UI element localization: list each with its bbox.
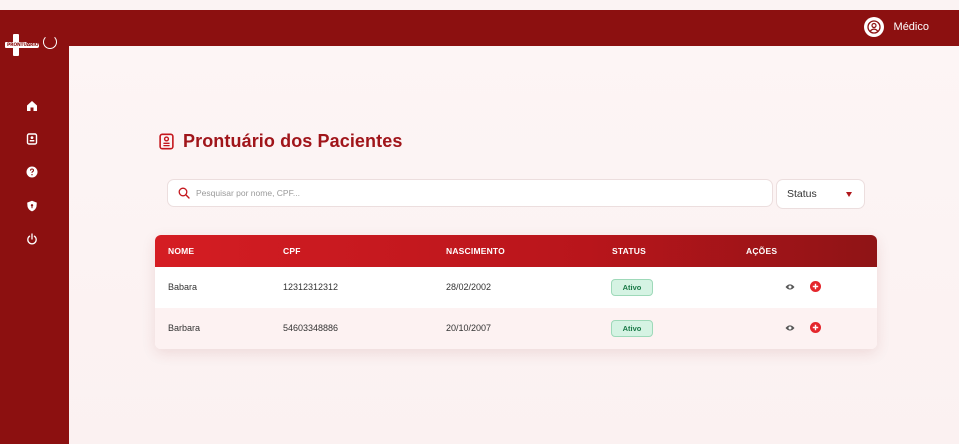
logo-text: PRONTUÁRIO: [6, 43, 40, 48]
sidebar-item-home[interactable]: [25, 99, 39, 113]
column-header-nome[interactable]: NOME: [168, 246, 194, 256]
column-header-status[interactable]: STATUS: [612, 246, 646, 256]
table-row[interactable]: Babara 12312312312 28/02/2002 Ativo: [155, 267, 877, 308]
medical-cross-icon: PRONTUÁRIO: [5, 34, 40, 56]
user-menu[interactable]: Médico: [863, 17, 929, 37]
status-badge: Ativo: [611, 279, 653, 296]
view-eye-icon[interactable]: [785, 324, 795, 332]
sidebar-item-security[interactable]: [25, 199, 39, 213]
home-icon: [27, 101, 37, 111]
sidebar: PRONTUÁRIO: [0, 10, 69, 444]
patient-record-icon: [26, 133, 38, 145]
status-badge: Ativo: [611, 320, 653, 337]
table-header: NOME CPF NASCIMENTO STATUS AÇÕES: [155, 235, 877, 267]
add-record-button[interactable]: [810, 322, 821, 333]
app-logo[interactable]: PRONTUÁRIO: [5, 32, 63, 58]
chevron-down-icon: [846, 191, 852, 197]
cell-cpf: 54603348886: [283, 323, 339, 333]
top-bar: Médico: [69, 10, 959, 46]
cell-nome: Babara: [168, 282, 198, 292]
table-row[interactable]: Barbara 54603348886 20/10/2007 Ativo: [155, 308, 877, 349]
user-avatar-icon: [863, 17, 884, 37]
view-eye-icon[interactable]: [785, 283, 795, 291]
stethoscope-icon: [43, 35, 57, 49]
sidebar-item-logout[interactable]: [25, 232, 39, 246]
cell-cpf: 12312312312: [283, 282, 339, 292]
patients-table: NOME CPF NASCIMENTO STATUS AÇÕES Babara …: [155, 235, 877, 349]
plus-icon: [812, 324, 819, 331]
column-header-cpf[interactable]: CPF: [283, 246, 301, 256]
search-bar[interactable]: [167, 179, 773, 207]
help-icon: [26, 166, 38, 178]
shield-icon: [27, 200, 37, 212]
page-header: Prontuário dos Pacientes: [158, 131, 402, 152]
plus-icon: [812, 283, 819, 290]
column-header-nascimento[interactable]: NASCIMENTO: [446, 246, 505, 256]
cell-nome: Barbara: [168, 323, 201, 333]
add-record-button[interactable]: [810, 281, 821, 292]
sidebar-item-help[interactable]: [25, 165, 39, 179]
patient-record-icon: [159, 133, 174, 150]
page-title: Prontuário dos Pacientes: [183, 131, 403, 151]
status-filter-label: Status: [787, 188, 817, 200]
user-role-label: Médico: [893, 21, 929, 33]
search-input[interactable]: [196, 188, 756, 198]
cell-nascimento: 20/10/2007: [446, 323, 492, 333]
status-filter-select[interactable]: Status: [776, 179, 865, 209]
main-content: Prontuário dos Pacientes Status NOME CPF…: [69, 46, 959, 444]
sidebar-item-records[interactable]: [25, 132, 39, 146]
power-icon: [27, 233, 37, 245]
cell-nascimento: 28/02/2002: [446, 282, 492, 292]
search-icon: [178, 187, 190, 199]
column-header-acoes: AÇÕES: [746, 246, 778, 256]
